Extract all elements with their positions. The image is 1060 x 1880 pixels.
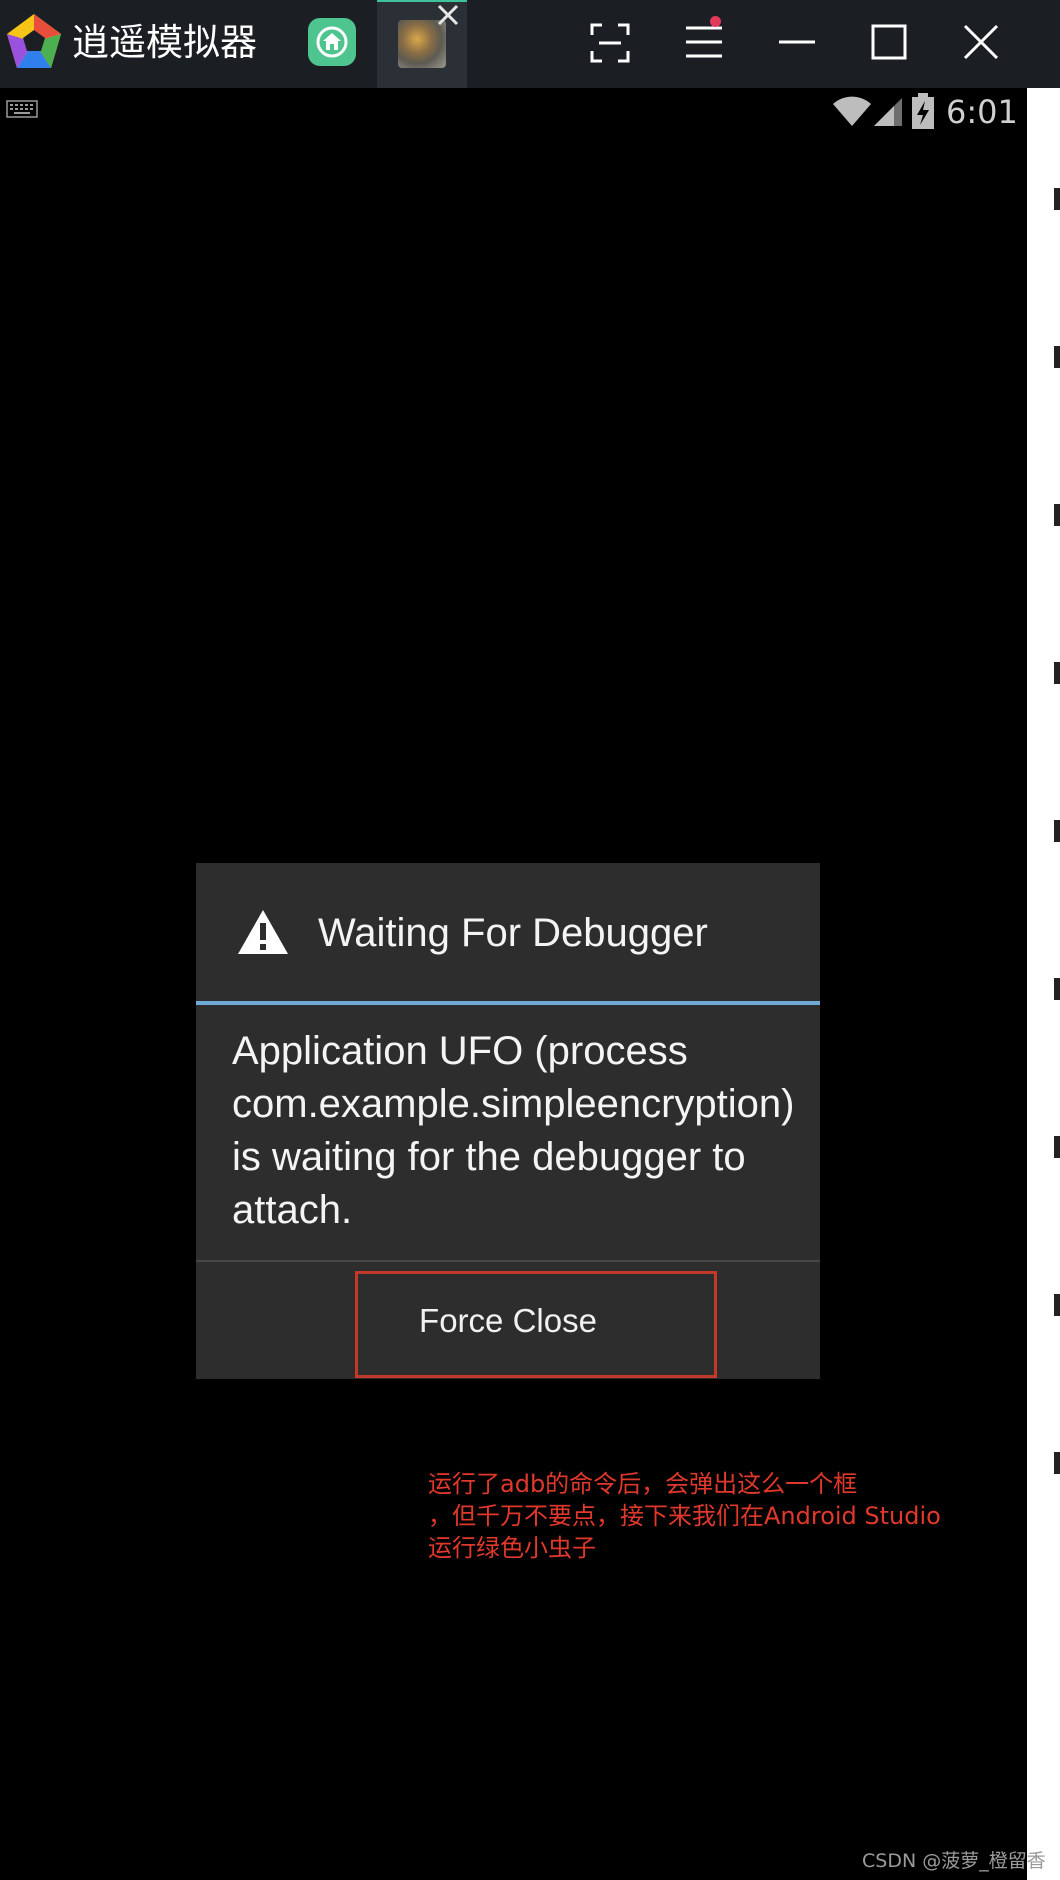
strip-mark	[1054, 188, 1060, 210]
annotation-highlight-box	[355, 1271, 717, 1378]
close-icon	[963, 24, 999, 60]
app-tab[interactable]	[377, 0, 467, 88]
emulator-title: 逍遥模拟器	[72, 21, 257, 64]
title-divider	[196, 1001, 820, 1005]
annotation-line: ，但千万不要点，接下来我们在Android Studio	[428, 1502, 941, 1530]
android-screen: 6:01 Waiting For Debugger Application UF…	[0, 88, 1027, 1880]
watermark: CSDN @菠萝_橙留香	[862, 1850, 1046, 1872]
strip-mark	[1054, 1136, 1060, 1158]
dialog-message: Application UFO (process com.example.sim…	[232, 1029, 795, 1232]
status-bar: 6:01	[0, 88, 1027, 134]
annotation-line: 运行了adb的命令后，会弹出这么一个框	[428, 1470, 858, 1498]
dialog-title: Waiting For Debugger	[318, 911, 708, 955]
battery-charging-icon	[912, 93, 934, 129]
signal-icon	[874, 98, 902, 126]
strip-mark	[1054, 820, 1060, 842]
minimize-button[interactable]	[770, 16, 824, 70]
dialog-header: Waiting For Debugger	[196, 863, 820, 1001]
right-page-strip	[1027, 88, 1060, 1880]
notification-dot	[710, 16, 721, 27]
strip-mark	[1054, 504, 1060, 526]
annotation-line: 运行绿色小虫子	[428, 1534, 596, 1562]
maximize-icon	[871, 24, 907, 60]
menu-button[interactable]	[677, 16, 731, 70]
strip-mark	[1054, 1452, 1060, 1474]
maximize-button[interactable]	[862, 16, 916, 70]
strip-mark	[1054, 662, 1060, 684]
fullscreen-button[interactable]	[583, 16, 637, 70]
home-icon	[316, 26, 348, 58]
warning-icon	[238, 910, 288, 954]
status-clock: 6:01	[946, 93, 1018, 131]
strip-mark	[1054, 346, 1060, 368]
keyboard-icon	[6, 100, 38, 118]
tab-close-icon[interactable]	[433, 2, 463, 30]
home-tab[interactable]	[308, 18, 356, 66]
wifi-icon	[833, 96, 871, 126]
close-button[interactable]	[955, 16, 1009, 70]
menu-icon	[686, 26, 722, 58]
strip-mark	[1054, 1294, 1060, 1316]
strip-mark	[1054, 978, 1060, 1000]
annotation-note: 运行了adb的命令后，会弹出这么一个框 ，但千万不要点，接下来我们在Androi…	[428, 1468, 988, 1564]
emulator-titlebar: 逍遥模拟器	[0, 0, 1060, 88]
emulator-logo-icon	[4, 12, 64, 72]
fullscreen-icon	[590, 23, 630, 63]
minimize-icon	[779, 40, 815, 44]
